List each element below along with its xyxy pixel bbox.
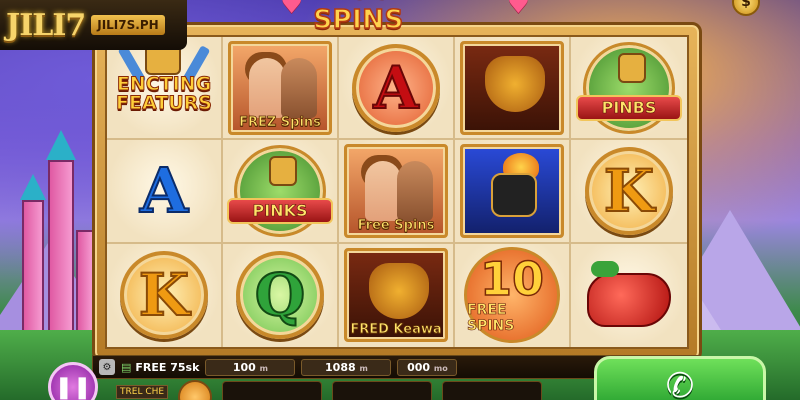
- letter-symbol: A: [352, 43, 440, 132]
- reel-cell: [455, 37, 571, 141]
- spin-button[interactable]: ✆: [594, 356, 766, 400]
- symbol-caption: FRED Keawa: [350, 322, 442, 338]
- reel-cell: A: [107, 140, 223, 244]
- balance-value: 1088: [325, 360, 356, 374]
- letter-symbol: K: [585, 146, 673, 235]
- reel-grid: ENCTING FEATURS FREZ Spins A PINBS A PINKS Fre…: [105, 35, 689, 349]
- letter-symbol: K: [120, 251, 208, 340]
- free-spins-counter: ▤ FREE 75sk: [121, 361, 199, 374]
- badge-symbol: PINKS: [227, 144, 333, 237]
- dragon-symbol: [460, 40, 564, 135]
- chili-symbol: [581, 255, 677, 335]
- coin-chip-icon[interactable]: [178, 380, 213, 400]
- phone-icon: ✆: [665, 366, 695, 400]
- couple-symbol: FREZ Spins: [228, 40, 332, 135]
- free-spins-text: FREE SPINS: [467, 302, 515, 335]
- reel-frame: ENCTING FEATURS FREZ Spins A PINBS A PINKS Fre…: [92, 22, 702, 362]
- game-title: PLUCE SPINS: [313, 0, 409, 36]
- reel-cell: [571, 243, 687, 347]
- letter-symbol: A: [139, 153, 189, 228]
- free-spins-symbol: 10 FREE SPINS: [464, 247, 560, 344]
- reel-cell: FRED Keawa: [339, 243, 455, 347]
- pause-icon: ❚❚: [54, 374, 92, 400]
- symbol-caption: Free Spins: [357, 217, 435, 234]
- balance-unit: m: [359, 363, 368, 373]
- badge-ribbon-label: PINBS: [576, 94, 682, 121]
- lower-field-3[interactable]: [442, 381, 543, 400]
- heart-icon: ♥: [280, 0, 304, 20]
- blue-symbol: [460, 143, 564, 238]
- brand-logo: JILI7 JILI7S.PH: [0, 0, 187, 50]
- win-unit: mo: [433, 363, 448, 373]
- reel-cell: Free Spins: [339, 140, 455, 244]
- background-castle: [20, 130, 94, 350]
- reel-cell: PINKS: [223, 140, 339, 244]
- lower-field-1[interactable]: [222, 381, 323, 400]
- feature-symbol: ENCTING FEATURS: [109, 40, 219, 135]
- reel-cell: A: [339, 37, 455, 141]
- reel-cell: FREZ Spins: [223, 37, 339, 141]
- reel-cell: ENCTING FEATURS: [107, 37, 223, 141]
- cash-icon: ▤: [121, 360, 132, 374]
- reel-cell: [455, 140, 571, 244]
- brand-domain: JILI7S.PH: [91, 15, 165, 35]
- reel-cell: K: [107, 243, 223, 347]
- free-spins-label: FREE 75sk: [135, 360, 200, 374]
- win-value: 000: [407, 360, 431, 374]
- game-title-banner: ♥ PLUCE SPINS ♥: [280, 0, 530, 36]
- feature-label: ENCTING FEATURS: [116, 72, 213, 114]
- dragon-symbol: FRED Keawa: [344, 248, 448, 343]
- letter-symbol: Q: [236, 251, 324, 340]
- bet-value: 100: [232, 360, 256, 374]
- reel-cell: Q: [223, 243, 339, 347]
- lower-field-2[interactable]: [332, 381, 433, 400]
- free-spins-count: 10: [479, 252, 545, 307]
- bet-field[interactable]: 100 m: [205, 358, 296, 376]
- badge-ribbon-label: PINKS: [227, 197, 333, 224]
- heart-icon: ♥: [506, 0, 530, 20]
- bet-unit: m: [259, 363, 268, 373]
- balance-field: 1088 m: [301, 358, 392, 376]
- couple-symbol: Free Spins: [344, 143, 448, 238]
- reel-cell: PINBS: [571, 37, 687, 141]
- win-field: 000 mo: [397, 358, 458, 376]
- settings-icon[interactable]: ⚙: [99, 359, 115, 375]
- trail-label: TREL CHE: [116, 385, 169, 399]
- reel-cell: 10 FREE SPINS: [455, 243, 571, 347]
- game-stage: JILI7 JILI7S.PH ♥ PLUCE SPINS ♥ $ ENCTIN…: [0, 0, 800, 400]
- symbol-caption: FREZ Spins: [239, 114, 322, 130]
- coin-icon[interactable]: $: [732, 0, 760, 16]
- badge-symbol: PINBS: [576, 41, 682, 134]
- brand-name: JILI7: [6, 7, 86, 43]
- reel-cell: K: [571, 140, 687, 244]
